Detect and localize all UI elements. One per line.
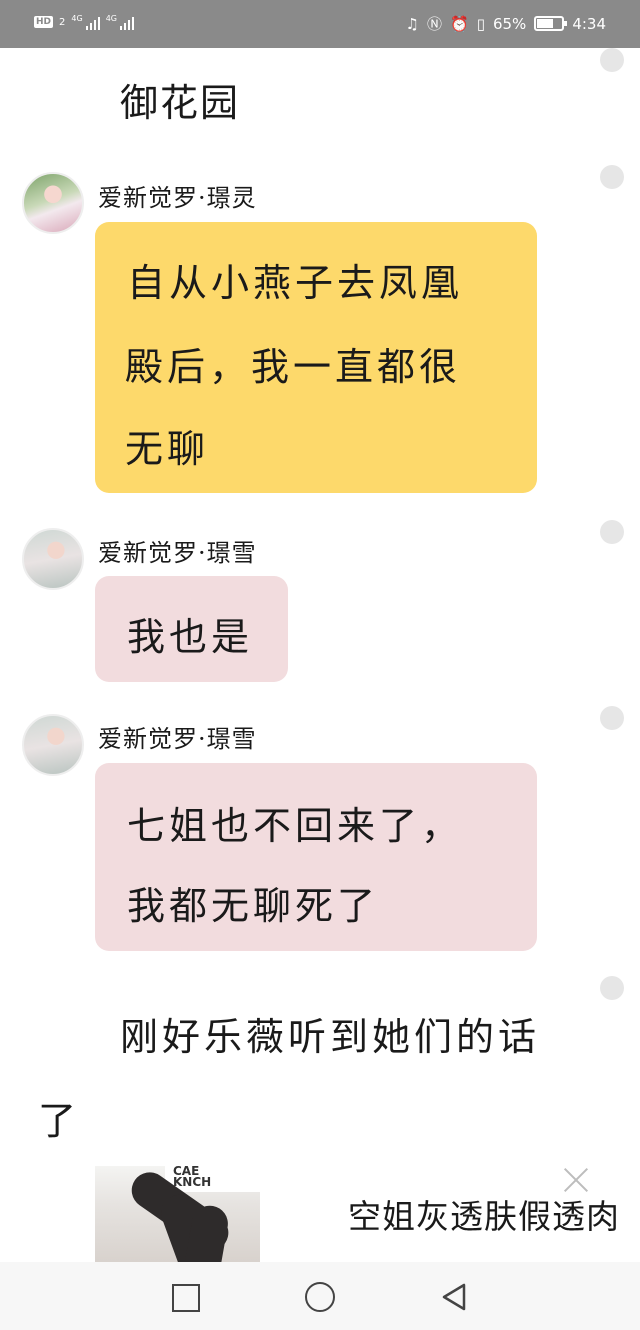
avatar[interactable] [22, 714, 84, 776]
sender-name: 爱新觉罗·璟灵 [98, 184, 257, 212]
signal-icon: 4G [71, 14, 100, 30]
message-bubble: 我也是 [95, 576, 288, 682]
narration-text: 了 [38, 1099, 81, 1143]
narration-text: 刚好乐薇听到她们的话 [120, 1015, 541, 1059]
message-line: 自从小燕子去凤凰 [127, 261, 464, 305]
scroll-dot [600, 48, 624, 72]
home-button[interactable] [305, 1282, 335, 1312]
avatar[interactable] [22, 172, 84, 234]
status-right: ♫ Ⓝ ⏰ ▯ 65% 4:34 [406, 13, 606, 34]
network-type-2: 4G [105, 14, 117, 23]
ad-image-text: CAE KNCH [173, 1166, 212, 1189]
battery-fill [537, 19, 553, 28]
scroll-dot [600, 706, 624, 730]
vibrate-icon: ▯ [476, 14, 485, 33]
avatar[interactable] [22, 528, 84, 590]
alarm-icon: ⏰ [450, 14, 469, 33]
ad-image[interactable]: CAE KNCH [95, 1166, 260, 1262]
navigation-bar [0, 1262, 640, 1330]
battery-percent: 65% [492, 14, 527, 33]
battery-icon [534, 16, 568, 31]
message-line: 殿后，我一直都很 [125, 345, 462, 389]
network-type-1: 4G [71, 14, 83, 23]
status-bar: HD 2 4G 4G ♫ Ⓝ ⏰ ▯ 65% 4:34 [0, 0, 640, 48]
message-line: 我也是 [127, 615, 254, 659]
sim-label: 2 [59, 16, 66, 28]
nfc-icon: Ⓝ [427, 15, 443, 33]
recent-apps-button[interactable] [170, 1282, 200, 1312]
ad-title[interactable]: 空姐灰透肤假透肉 [348, 1190, 616, 1238]
hd-badge: HD [34, 16, 54, 28]
scroll-dot [600, 520, 624, 544]
scroll-dot [600, 976, 624, 1000]
message-bubble: 自从小燕子去凤凰 殿后，我一直都很 无聊 [95, 222, 537, 493]
scene-title: 御花园 [120, 81, 241, 125]
message-line: 无聊 [125, 427, 210, 471]
back-button[interactable] [440, 1282, 470, 1312]
clock: 4:34 [572, 14, 606, 33]
signal-icon-2: 4G [106, 14, 134, 30]
scroll-dot [600, 165, 624, 189]
headphones-icon: ♫ [405, 14, 419, 33]
sender-name: 爱新觉罗·璟雪 [98, 539, 257, 567]
sender-name: 爱新觉罗·璟雪 [98, 725, 257, 753]
status-left: HD 2 4G 4G [34, 14, 134, 30]
message-line: 七姐也不回来了， [127, 804, 464, 848]
message-line: 我都无聊死了 [127, 884, 380, 928]
close-icon[interactable] [560, 1164, 592, 1196]
triangle-back-icon [442, 1283, 466, 1311]
message-bubble: 七姐也不回来了， 我都无聊死了 [95, 763, 537, 951]
